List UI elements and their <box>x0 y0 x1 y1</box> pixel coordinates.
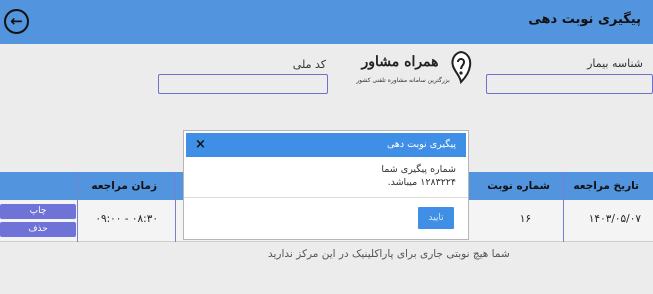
column-divider <box>563 172 564 242</box>
dialog-message-line-1: شماره پیگیری شما <box>381 164 456 175</box>
dialog-header: × پیگیری نوبت دهی <box>186 133 466 157</box>
header-visit-time: زمان مراجعه <box>91 180 157 192</box>
logo-mark-icon <box>451 50 472 84</box>
cell-visit-date: ۱۴۰۳/۰۵/۰۷ <box>588 213 641 225</box>
column-divider <box>77 172 78 242</box>
confirm-button[interactable]: تایید <box>418 207 454 229</box>
tracking-dialog: × پیگیری نوبت دهی شماره پیگیری شما ۱۲۸۳۲… <box>183 130 469 240</box>
header-turn-number: شماره نوبت <box>487 180 550 192</box>
patient-id-label: شناسه بیمار <box>587 57 643 70</box>
delete-button[interactable]: حذف <box>0 222 76 237</box>
national-code-label: کد ملی <box>292 58 326 71</box>
national-code-input[interactable] <box>158 74 328 94</box>
close-icon[interactable]: × <box>195 137 206 152</box>
patient-id-input[interactable] <box>486 74 653 94</box>
logo-name: همراه مشاور <box>361 54 439 70</box>
print-button[interactable]: چاپ <box>0 204 76 219</box>
dialog-message-line-2: ۱۲۸۳۲۲۴ میباشد. <box>387 177 456 188</box>
header-visit-date: تاریخ مراجعه <box>573 180 639 192</box>
header-bar: ← پیگیری نوبت دهی <box>0 0 653 44</box>
dialog-title: پیگیری نوبت دهی <box>386 139 456 150</box>
brand-logo: همراه مشاور بزرگترین سامانه مشاوره تلفنی… <box>355 50 473 90</box>
column-divider <box>175 172 176 242</box>
dialog-divider <box>184 197 468 198</box>
back-arrow-icon[interactable]: ← <box>4 9 29 34</box>
cell-turn-number: ۱۶ <box>519 213 531 225</box>
logo-tagline: بزرگترین سامانه مشاوره تلفنی کشور <box>356 77 450 84</box>
cell-visit-time: ۰۸:۳۰ - ۰۹:۰۰ <box>95 213 158 225</box>
page-title: پیگیری نوبت دهی <box>528 12 641 27</box>
no-visit-message: شما هیچ نوبتی جاری برای پاراکلینیک در ای… <box>268 248 510 260</box>
